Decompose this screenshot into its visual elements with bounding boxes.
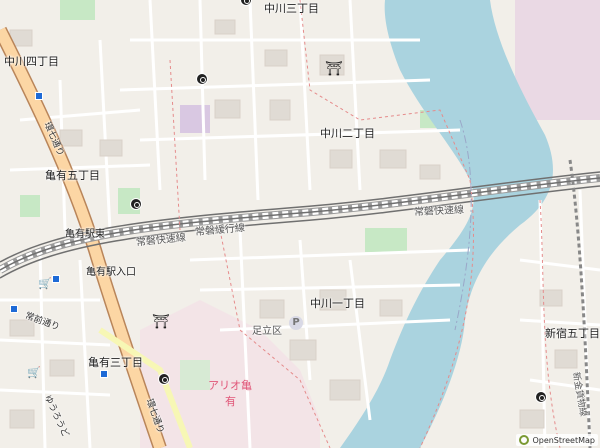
attribution-text: OpenStreetMap — [532, 435, 595, 445]
temple-icon[interactable] — [130, 198, 142, 210]
park-nakagawa-2 — [365, 228, 407, 252]
label-kameari-5: 亀有五丁目 — [45, 169, 100, 182]
label-ario-kameari-1: アリオ亀 — [208, 379, 252, 392]
map-base-layer — [0, 0, 600, 448]
magnifier-icon — [519, 435, 530, 445]
shrine-torii-icon[interactable]: ⛩ — [325, 62, 343, 76]
bus-stop-icon[interactable] — [100, 370, 108, 378]
bus-stop-icon[interactable] — [35, 92, 43, 100]
label-adachi-ward: 足立区 — [252, 326, 282, 337]
shopping-cart-icon[interactable]: 🛒 — [27, 366, 41, 379]
green-south — [180, 360, 210, 390]
label-nakagawa-1: 中川一丁目 — [310, 297, 365, 310]
parking-icon[interactable]: P — [289, 316, 303, 330]
map-canvas[interactable]: ⛩ ⛩ P 🛒 🛒 中川三丁目 中川四丁目 中川二丁目 中川一丁目 亀有五丁目 … — [0, 0, 600, 448]
bus-stop-icon[interactable] — [52, 275, 60, 283]
shrine-torii-icon[interactable]: ⛩ — [152, 315, 170, 329]
temple-icon[interactable] — [196, 73, 208, 85]
openstreetmap-attribution[interactable]: OpenStreetMap — [516, 434, 598, 446]
temple-icon[interactable] — [158, 373, 170, 385]
label-kameari-3: 亀有三丁目 — [88, 356, 143, 369]
label-nakagawa-3: 中川三丁目 — [264, 2, 319, 15]
shopping-cart-icon[interactable]: 🛒 — [38, 277, 52, 290]
label-ario-kameari-2: 有 — [225, 395, 236, 408]
park-top — [60, 0, 95, 20]
label-nakagawa-4: 中川四丁目 — [4, 55, 59, 68]
label-kameari-station-east: 亀有駅東 — [65, 229, 105, 240]
label-shinjuku-5: 新宿五丁目 — [545, 327, 600, 340]
school-area — [180, 105, 210, 133]
landuse-residential-ne — [515, 0, 600, 120]
bus-stop-icon[interactable] — [10, 305, 18, 313]
label-kameari-station-entrance: 亀有駅入口 — [86, 267, 136, 278]
temple-icon[interactable] — [535, 391, 547, 403]
label-nakagawa-2: 中川二丁目 — [320, 127, 375, 140]
park-west — [20, 195, 40, 217]
